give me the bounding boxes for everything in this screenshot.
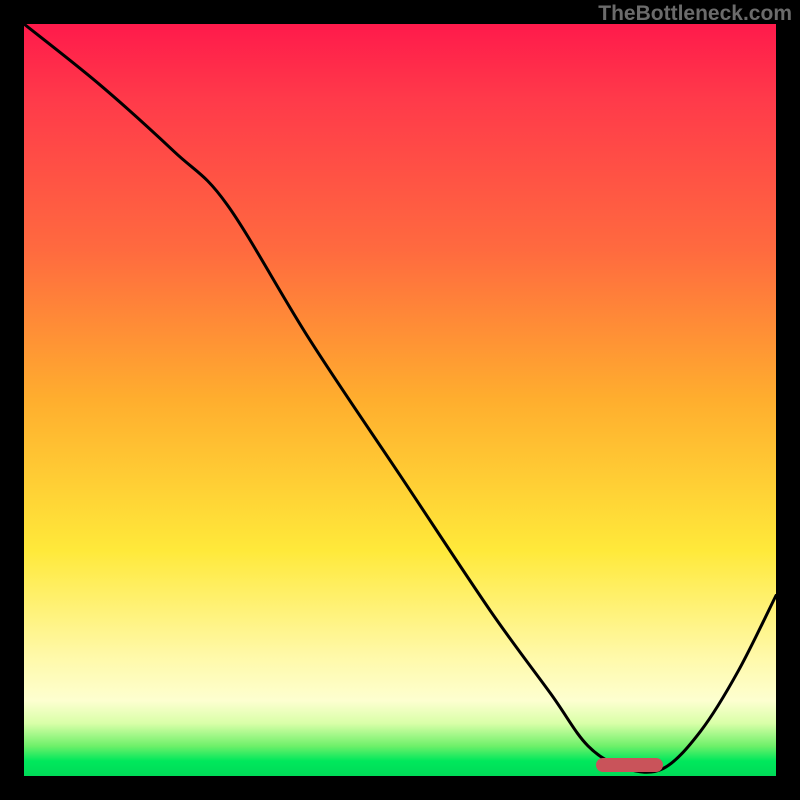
curve-layer xyxy=(24,24,776,776)
bottleneck-curve xyxy=(24,24,776,772)
optimal-range-marker xyxy=(596,758,664,772)
bottleneck-chart: TheBottleneck.com xyxy=(0,0,800,800)
plot-area xyxy=(24,24,776,776)
watermark-text: TheBottleneck.com xyxy=(598,2,792,26)
